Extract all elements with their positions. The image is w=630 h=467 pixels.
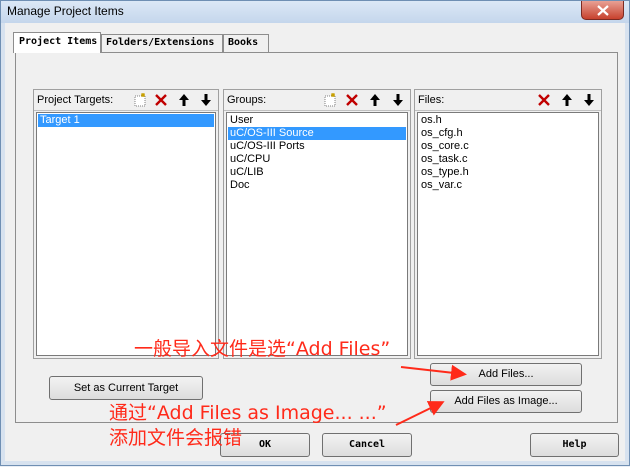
tab-project-items[interactable]: Project Items [13, 32, 101, 53]
annotation-arrows [395, 364, 467, 426]
tab-label: Project Items [19, 36, 98, 47]
manage-project-items-dialog: Manage Project Items Project Items Folde… [0, 0, 630, 466]
arrow-to-add-files-as-image [395, 401, 445, 426]
arrow-to-add-files [400, 364, 467, 381]
